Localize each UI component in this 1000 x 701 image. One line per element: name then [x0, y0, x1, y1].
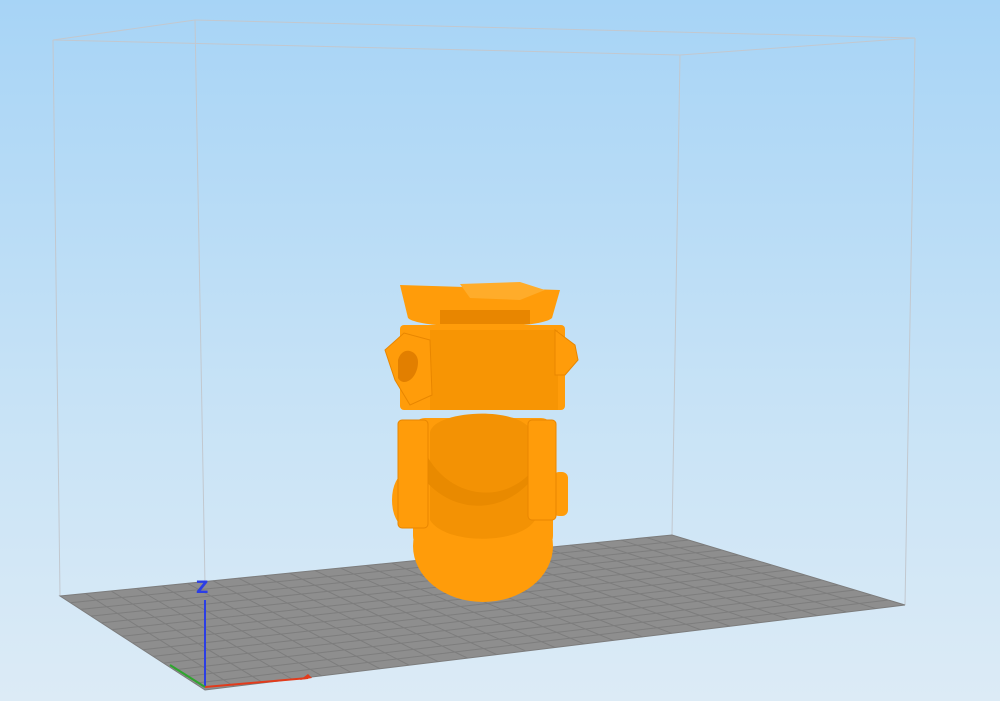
model[interactable] [384, 282, 579, 602]
z-axis-label: Z [196, 578, 209, 598]
3d-viewport[interactable]: Z [0, 0, 1000, 701]
scene-canvas[interactable] [0, 0, 1000, 701]
